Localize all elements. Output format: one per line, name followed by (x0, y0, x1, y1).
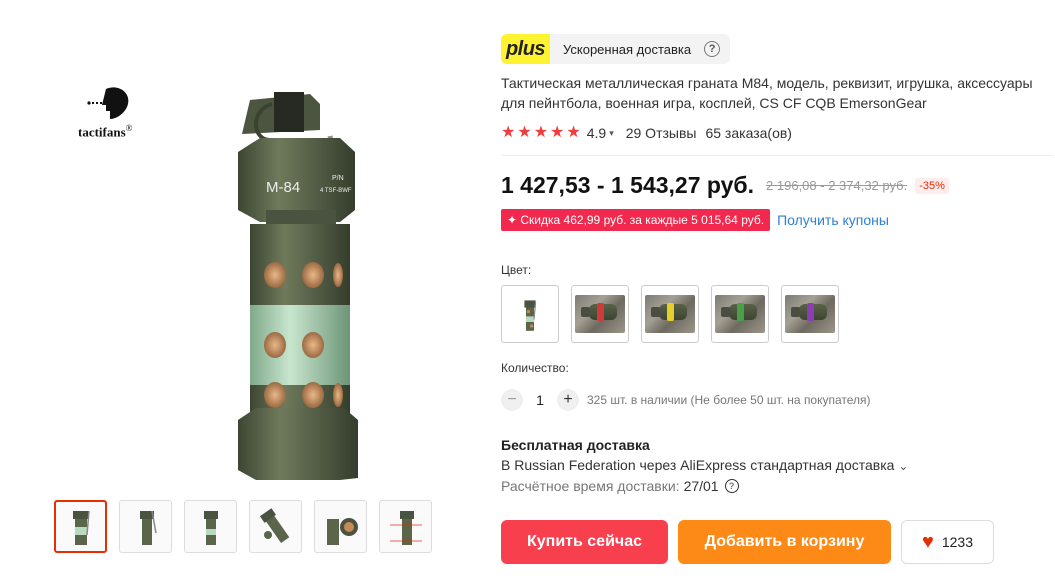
eta-label: Расчётное время доставки: (501, 478, 680, 494)
brand-name: tactifans® (78, 123, 133, 140)
brand-logo: tactifans® (78, 85, 148, 141)
product-title: Тактическая металлическая граната M84, м… (501, 75, 1033, 111)
svg-text:4 TSF-BWF: 4 TSF-BWF (320, 188, 352, 194)
star-icon: ★ (566, 124, 581, 141)
swatch-photo (785, 295, 835, 333)
orders-count: 65 заказа(ов) (705, 125, 792, 141)
eta-date: 27/01 (683, 478, 719, 494)
color-swatch-grenade[interactable] (501, 285, 559, 343)
color-swatches (501, 285, 1053, 343)
rating-stars: ★ ★ ★ ★ ★ (501, 125, 581, 141)
grenade-image: M-84 P/N 4 TSF-BWF (238, 92, 358, 480)
add-to-cart-button[interactable]: Добавить в корзину (678, 520, 891, 564)
rating-value[interactable]: 4.9 (587, 125, 606, 141)
thumbnail-2[interactable] (119, 500, 172, 553)
quantity-label: Количество: (501, 361, 569, 375)
quantity-increase-button[interactable]: + (557, 389, 579, 411)
quantity-value[interactable]: 1 (523, 392, 557, 408)
current-price: 1 427,53 - 1 543,27 руб. (501, 172, 755, 198)
star-icon: ★ (517, 124, 532, 141)
svg-text:M-84: M-84 (266, 179, 300, 196)
product-info: plus Ускоренная доставка ? Тактическая м… (501, 34, 1053, 564)
color-label: Цвет: (501, 263, 532, 277)
main-product-image[interactable]: tactifans® M-84 P/N 4 TSF-BWF (40, 40, 440, 480)
thumbnail-3[interactable] (184, 500, 237, 553)
coupon-badge: ✦ Скидка 462,99 руб. за каждые 5 015,64 … (501, 209, 771, 231)
rating-row: ★ ★ ★ ★ ★ 4.9 ▾ 29 Отзывы 65 заказа(ов) (501, 123, 1053, 143)
discount-badge: -35% (915, 177, 949, 194)
color-swatch-red[interactable] (571, 285, 629, 343)
thumbnail-5[interactable] (314, 500, 367, 553)
thumbnail-6[interactable] (379, 500, 432, 553)
swatch-photo (715, 295, 765, 333)
shipping-method[interactable]: В Russian Federation через AliExpress ст… (501, 457, 1053, 473)
coupon-row: ✦ Скидка 462,99 руб. за каждые 5 015,64 … (501, 209, 1053, 231)
shipping-title: Бесплатная доставка (501, 437, 650, 453)
help-icon[interactable]: ? (704, 41, 721, 57)
stock-info: 325 шт. в наличии (Не более 50 шт. на по… (587, 393, 871, 407)
wishlist-count: 1233 (941, 534, 974, 550)
plus-badge: plus (501, 34, 550, 64)
star-icon: ★ (550, 124, 565, 141)
old-price: 2 196,08 - 2 374,32 руб. (766, 178, 908, 193)
plus-delivery-text: Ускоренная доставка (563, 41, 692, 57)
get-coupons-link[interactable]: Получить купоны (777, 212, 889, 228)
chevron-down-icon[interactable]: ⌄ (898, 459, 908, 473)
product-gallery: tactifans® M-84 P/N 4 TSF-BWF (0, 0, 480, 581)
thumbnail-4[interactable] (249, 500, 302, 553)
action-buttons: Купить сейчас Добавить в корзину ♥ 1233 (501, 520, 1053, 564)
thumbnail-strip (54, 500, 432, 553)
buy-now-button[interactable]: Купить сейчас (501, 520, 668, 564)
quantity-decrease-button[interactable]: − (501, 389, 523, 411)
swatch-photo (645, 295, 695, 333)
grenade-thumb-icon (524, 300, 537, 331)
color-swatch-purple[interactable] (781, 285, 839, 343)
reviews-link[interactable]: 29 Отзывы (626, 125, 697, 141)
star-icon: ★ (533, 124, 549, 141)
chevron-down-icon[interactable]: ▾ (609, 128, 614, 139)
brand-head-icon (87, 87, 129, 119)
delivery-eta: Расчётное время доставки: 27/01 ? (501, 478, 1053, 494)
quantity-stepper: − 1 + 325 шт. в наличии (Не более 50 шт.… (501, 389, 1053, 411)
wishlist-button[interactable]: ♥ 1233 (901, 520, 994, 564)
color-swatch-green[interactable] (711, 285, 769, 343)
divider (501, 155, 1053, 156)
swatch-photo (575, 295, 625, 333)
help-icon[interactable]: ? (724, 479, 739, 493)
star-icon: ★ (501, 124, 516, 141)
thumbnail-1[interactable] (54, 500, 107, 553)
color-swatch-yellow[interactable] (641, 285, 699, 343)
heart-icon: ♥ (921, 531, 934, 553)
shipping-method-text: В Russian Federation через AliExpress ст… (501, 457, 895, 473)
plus-delivery-banner[interactable]: plus Ускоренная доставка ? (501, 34, 731, 64)
svg-text:P/N: P/N (332, 175, 344, 182)
price-row: 1 427,53 - 1 543,27 руб. 2 196,08 - 2 37… (501, 172, 1053, 199)
